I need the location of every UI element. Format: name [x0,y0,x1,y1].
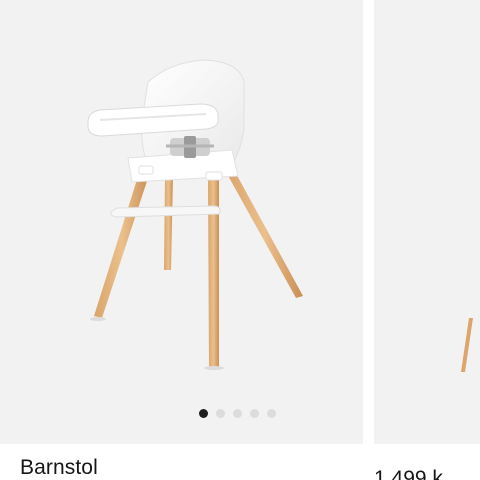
carousel-dots[interactable] [199,409,276,418]
product-price: 1 499 k [374,467,443,480]
high-chair-image-partial [461,318,473,372]
product-image-container-next[interactable] [374,0,480,444]
carousel-dot[interactable] [267,409,276,418]
carousel-dot[interactable] [233,409,242,418]
carousel-dot[interactable] [199,409,208,418]
product-image-container[interactable] [0,0,363,444]
high-chair-image [87,59,303,370]
carousel-dot[interactable] [250,409,259,418]
product-card-next[interactable]: 1 499 k [374,0,480,480]
product-title[interactable]: Barnstol [20,456,98,480]
product-card[interactable]: Barnstol [0,0,363,480]
carousel-dot[interactable] [216,409,225,418]
product-carousel: Barnstol 1 499 k [0,0,480,480]
